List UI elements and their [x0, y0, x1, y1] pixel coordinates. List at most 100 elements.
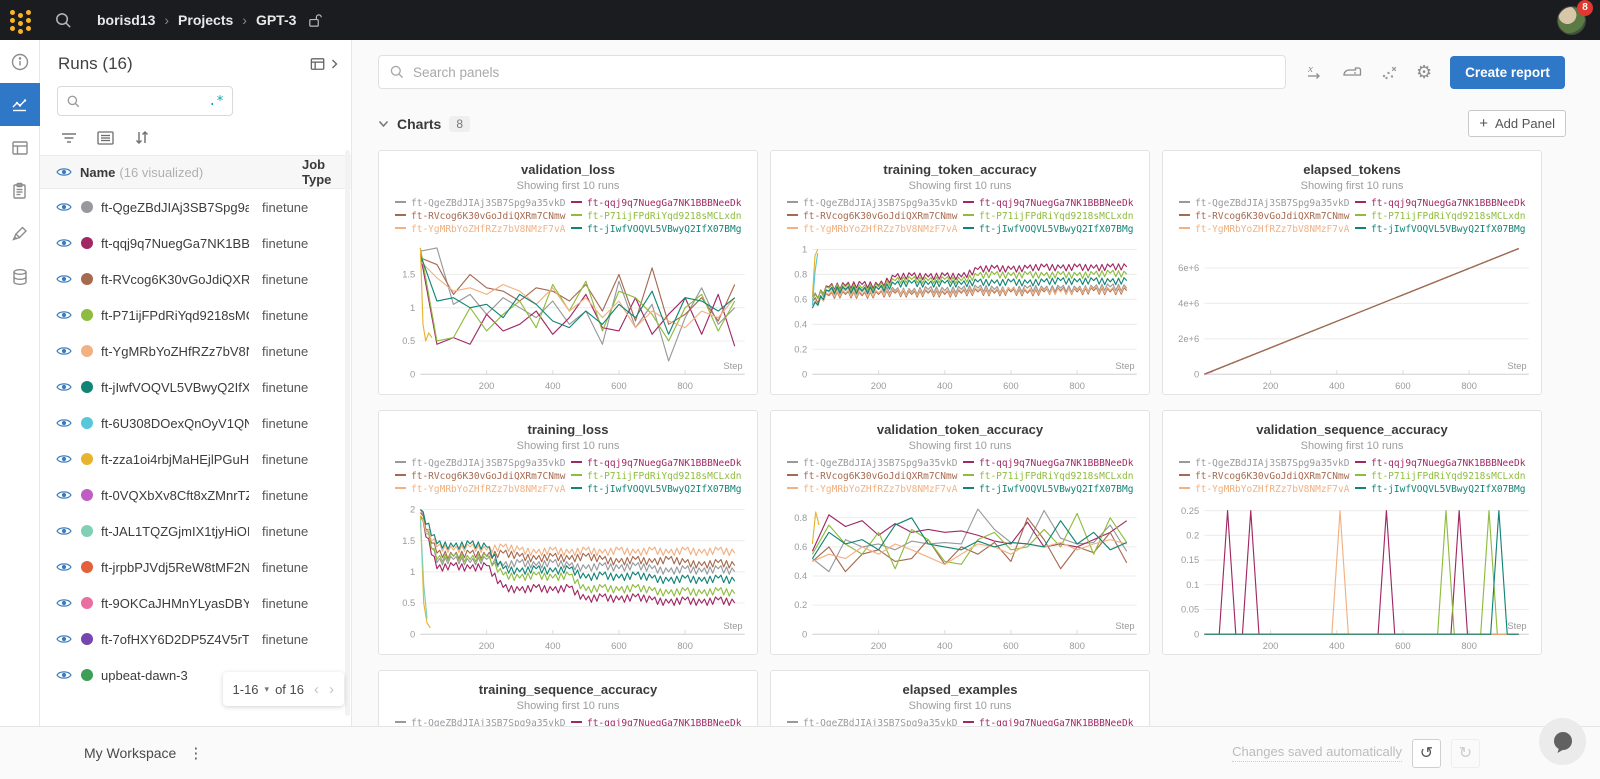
legend-entry[interactable]: ft-qqj9q7NuegGa7NK1BBBNeeDk	[571, 717, 747, 726]
visibility-eye-icon[interactable]	[56, 525, 72, 537]
sidebar-scrollbar[interactable]	[345, 150, 350, 716]
search-icon[interactable]	[54, 11, 73, 30]
legend-entry[interactable]: ft-P71ijFPdRiYqd9218sMCLxdn	[963, 210, 1139, 223]
legend-entry[interactable]: ft-QgeZBdJIAj3SB7Spg9a35vkD	[395, 457, 571, 470]
legend-entry[interactable]: ft-P71ijFPdRiYqd9218sMCLxdn	[571, 210, 747, 223]
page-range-select[interactable]: 1-16	[233, 682, 259, 697]
x-axis-settings-icon[interactable]: x	[1304, 61, 1324, 83]
legend-entry[interactable]: ft-jIwfVOQVL5VBwyQ2IfX07BMg	[1355, 223, 1531, 236]
legend-entry[interactable]: ft-P71ijFPdRiYqd9218sMCLxdn	[1355, 470, 1531, 483]
run-row[interactable]: ft-9OKCaJHMnYLyasDBYF finetune	[40, 585, 351, 621]
legend-entry[interactable]: ft-RVcog6K30vGoJdiQXRm7CNmw	[395, 470, 571, 483]
visibility-eye-icon[interactable]	[56, 489, 72, 501]
run-name[interactable]: ft-qqj9q7NuegGa7NK1BBBNeeDk	[101, 236, 249, 251]
rail-item-table[interactable]	[0, 126, 40, 169]
visibility-eye-icon[interactable]	[56, 381, 72, 393]
settings-gear-icon[interactable]: ⚙	[1416, 61, 1432, 83]
create-report-button[interactable]: Create report	[1450, 56, 1565, 89]
breadcrumb-projects[interactable]: Projects	[178, 12, 233, 28]
redo-button[interactable]: ↻	[1451, 739, 1480, 768]
next-page-button[interactable]: ›	[329, 681, 334, 698]
legend-entry[interactable]: ft-YgMRbYoZHfRZz7bV8NMzF7vA	[1179, 223, 1355, 236]
run-row[interactable]: ft-RVcog6K30vGoJdiQXRm7CNmw finetune	[40, 261, 351, 297]
visibility-eye-icon[interactable]	[56, 237, 72, 249]
legend-entry[interactable]: ft-RVcog6K30vGoJdiQXRm7CNmw	[1179, 210, 1355, 223]
legend-entry[interactable]: ft-RVcog6K30vGoJdiQXRm7CNmw	[1179, 470, 1355, 483]
smoothing-icon[interactable]	[1341, 61, 1362, 83]
run-row[interactable]: ft-QgeZBdJIAj3SB7Spg9a35vkD finetune	[40, 189, 351, 225]
run-row[interactable]: ft-jrpbPJVdj5ReW8tMF2N finetune	[40, 549, 351, 585]
legend-entry[interactable]: ft-YgMRbYoZHfRZz7bV8NMzF7vA	[787, 483, 963, 496]
visibility-eye-icon[interactable]	[56, 633, 72, 645]
chart-panel[interactable]: training_loss Showing first 10 runs ft-Q…	[378, 410, 758, 655]
workspace-switcher[interactable]: My Workspace	[84, 745, 176, 761]
run-name[interactable]: ft-P71ijFPdRiYqd9218sMCLxdn	[101, 308, 249, 323]
chart-panel[interactable]: validation_token_accuracy Showing first …	[770, 410, 1150, 655]
legend-entry[interactable]: ft-jIwfVOQVL5VBwyQ2IfX07BMg	[571, 483, 747, 496]
run-row[interactable]: ft-jIwfVOQVL5VBwyQ2IfX07BMg finetune	[40, 369, 351, 405]
column-header-name[interactable]: Name	[80, 165, 115, 180]
legend-entry[interactable]: ft-RVcog6K30vGoJdiQXRm7CNmw	[787, 470, 963, 483]
eye-icon[interactable]	[56, 166, 72, 178]
legend-entry[interactable]: ft-YgMRbYoZHfRZz7bV8NMzF7vA	[1179, 483, 1355, 496]
legend-entry[interactable]: ft-YgMRbYoZHfRZz7bV8NMzF7vA	[787, 223, 963, 236]
legend-entry[interactable]: ft-qqj9q7NuegGa7NK1BBBNeeDk	[963, 457, 1139, 470]
columns-icon[interactable]	[97, 131, 114, 145]
rail-item-workspace[interactable]	[0, 83, 40, 126]
regex-toggle[interactable]: .*	[208, 94, 224, 109]
chart-panel[interactable]: elapsed_examples Showing first 10 runs f…	[770, 670, 1150, 726]
run-name[interactable]: ft-RVcog6K30vGoJdiQXRm7CNmw	[101, 272, 249, 287]
legend-entry[interactable]: ft-qqj9q7NuegGa7NK1BBBNeeDk	[1355, 457, 1531, 470]
visibility-eye-icon[interactable]	[56, 417, 72, 429]
legend-entry[interactable]: ft-P71ijFPdRiYqd9218sMCLxdn	[571, 470, 747, 483]
legend-entry[interactable]: ft-P71ijFPdRiYqd9218sMCLxdn	[963, 470, 1139, 483]
run-name[interactable]: ft-7ofHXY6D2DP5Z4V5rTv	[101, 632, 249, 647]
legend-entry[interactable]: ft-QgeZBdJIAj3SB7Spg9a35vkD	[1179, 457, 1355, 470]
column-header-job-type[interactable]: Job Type	[302, 157, 351, 187]
run-name[interactable]: ft-JAL1TQZGjmIX1tjyHiOI	[101, 524, 249, 539]
chart-panel[interactable]: elapsed_tokens Showing first 10 runs ft-…	[1162, 150, 1542, 395]
legend-entry[interactable]: ft-qqj9q7NuegGa7NK1BBBNeeDk	[571, 197, 747, 210]
outliers-icon[interactable]	[1379, 61, 1399, 83]
legend-entry[interactable]: ft-QgeZBdJIAj3SB7Spg9a35vkD	[395, 197, 571, 210]
run-name[interactable]: ft-0VQXbXv8Cft8xZMnrTZ	[101, 488, 249, 503]
rail-item-jobs[interactable]	[0, 169, 40, 212]
legend-entry[interactable]: ft-qqj9q7NuegGa7NK1BBBNeeDk	[963, 197, 1139, 210]
legend-entry[interactable]: ft-P71ijFPdRiYqd9218sMCLxdn	[1355, 210, 1531, 223]
rail-item-sweeps[interactable]	[0, 212, 40, 255]
legend-entry[interactable]: ft-YgMRbYoZHfRZz7bV8NMzF7vA	[395, 483, 571, 496]
charts-section-toggle[interactable]: Charts 8	[378, 116, 470, 132]
visibility-eye-icon[interactable]	[56, 669, 72, 681]
rail-item-overview[interactable]	[0, 40, 40, 83]
expand-runs-table-button[interactable]	[309, 55, 339, 74]
chart-panel[interactable]: validation_sequence_accuracy Showing fir…	[1162, 410, 1542, 655]
visibility-eye-icon[interactable]	[56, 597, 72, 609]
legend-entry[interactable]: ft-qqj9q7NuegGa7NK1BBBNeeDk	[963, 717, 1139, 726]
run-row[interactable]: ft-YgMRbYoZHfRZz7bV8NMzF7vA finetune	[40, 333, 351, 369]
breadcrumb-project-name[interactable]: GPT-3	[256, 12, 296, 28]
legend-entry[interactable]: ft-RVcog6K30vGoJdiQXRm7CNmw	[787, 210, 963, 223]
breadcrumb-entity[interactable]: borisd13	[97, 12, 155, 28]
help-chat-button[interactable]	[1539, 718, 1586, 765]
visibility-eye-icon[interactable]	[56, 309, 72, 321]
legend-entry[interactable]: ft-jIwfVOQVL5VBwyQ2IfX07BMg	[963, 483, 1139, 496]
run-row[interactable]: ft-JAL1TQZGjmIX1tjyHiOI finetune	[40, 513, 351, 549]
run-name[interactable]: ft-6U308DOexQnOyV1QN	[101, 416, 249, 431]
run-row[interactable]: ft-P71ijFPdRiYqd9218sMCLxdn finetune	[40, 297, 351, 333]
legend-entry[interactable]: ft-QgeZBdJIAj3SB7Spg9a35vkD	[1179, 197, 1355, 210]
run-name[interactable]: ft-9OKCaJHMnYLyasDBYF	[101, 596, 249, 611]
run-name[interactable]: ft-jrpbPJVdj5ReW8tMF2N	[101, 560, 249, 575]
run-name[interactable]: ft-QgeZBdJIAj3SB7Spg9a35vkD	[101, 200, 249, 215]
legend-entry[interactable]: ft-QgeZBdJIAj3SB7Spg9a35vkD	[787, 457, 963, 470]
run-name[interactable]: ft-YgMRbYoZHfRZz7bV8NMzF7vA	[101, 344, 249, 359]
run-row[interactable]: ft-qqj9q7NuegGa7NK1BBBNeeDk finetune	[40, 225, 351, 261]
run-row[interactable]: ft-7ofHXY6D2DP5Z4V5rTv finetune	[40, 621, 351, 657]
legend-entry[interactable]: ft-jIwfVOQVL5VBwyQ2IfX07BMg	[1355, 483, 1531, 496]
visibility-eye-icon[interactable]	[56, 561, 72, 573]
run-row[interactable]: ft-0VQXbXv8Cft8xZMnrTZ finetune	[40, 477, 351, 513]
visibility-eye-icon[interactable]	[56, 345, 72, 357]
wandb-logo[interactable]	[0, 0, 40, 40]
visibility-eye-icon[interactable]	[56, 201, 72, 213]
visibility-eye-icon[interactable]	[56, 453, 72, 465]
kebab-menu-icon[interactable]: ⋮	[188, 744, 203, 762]
